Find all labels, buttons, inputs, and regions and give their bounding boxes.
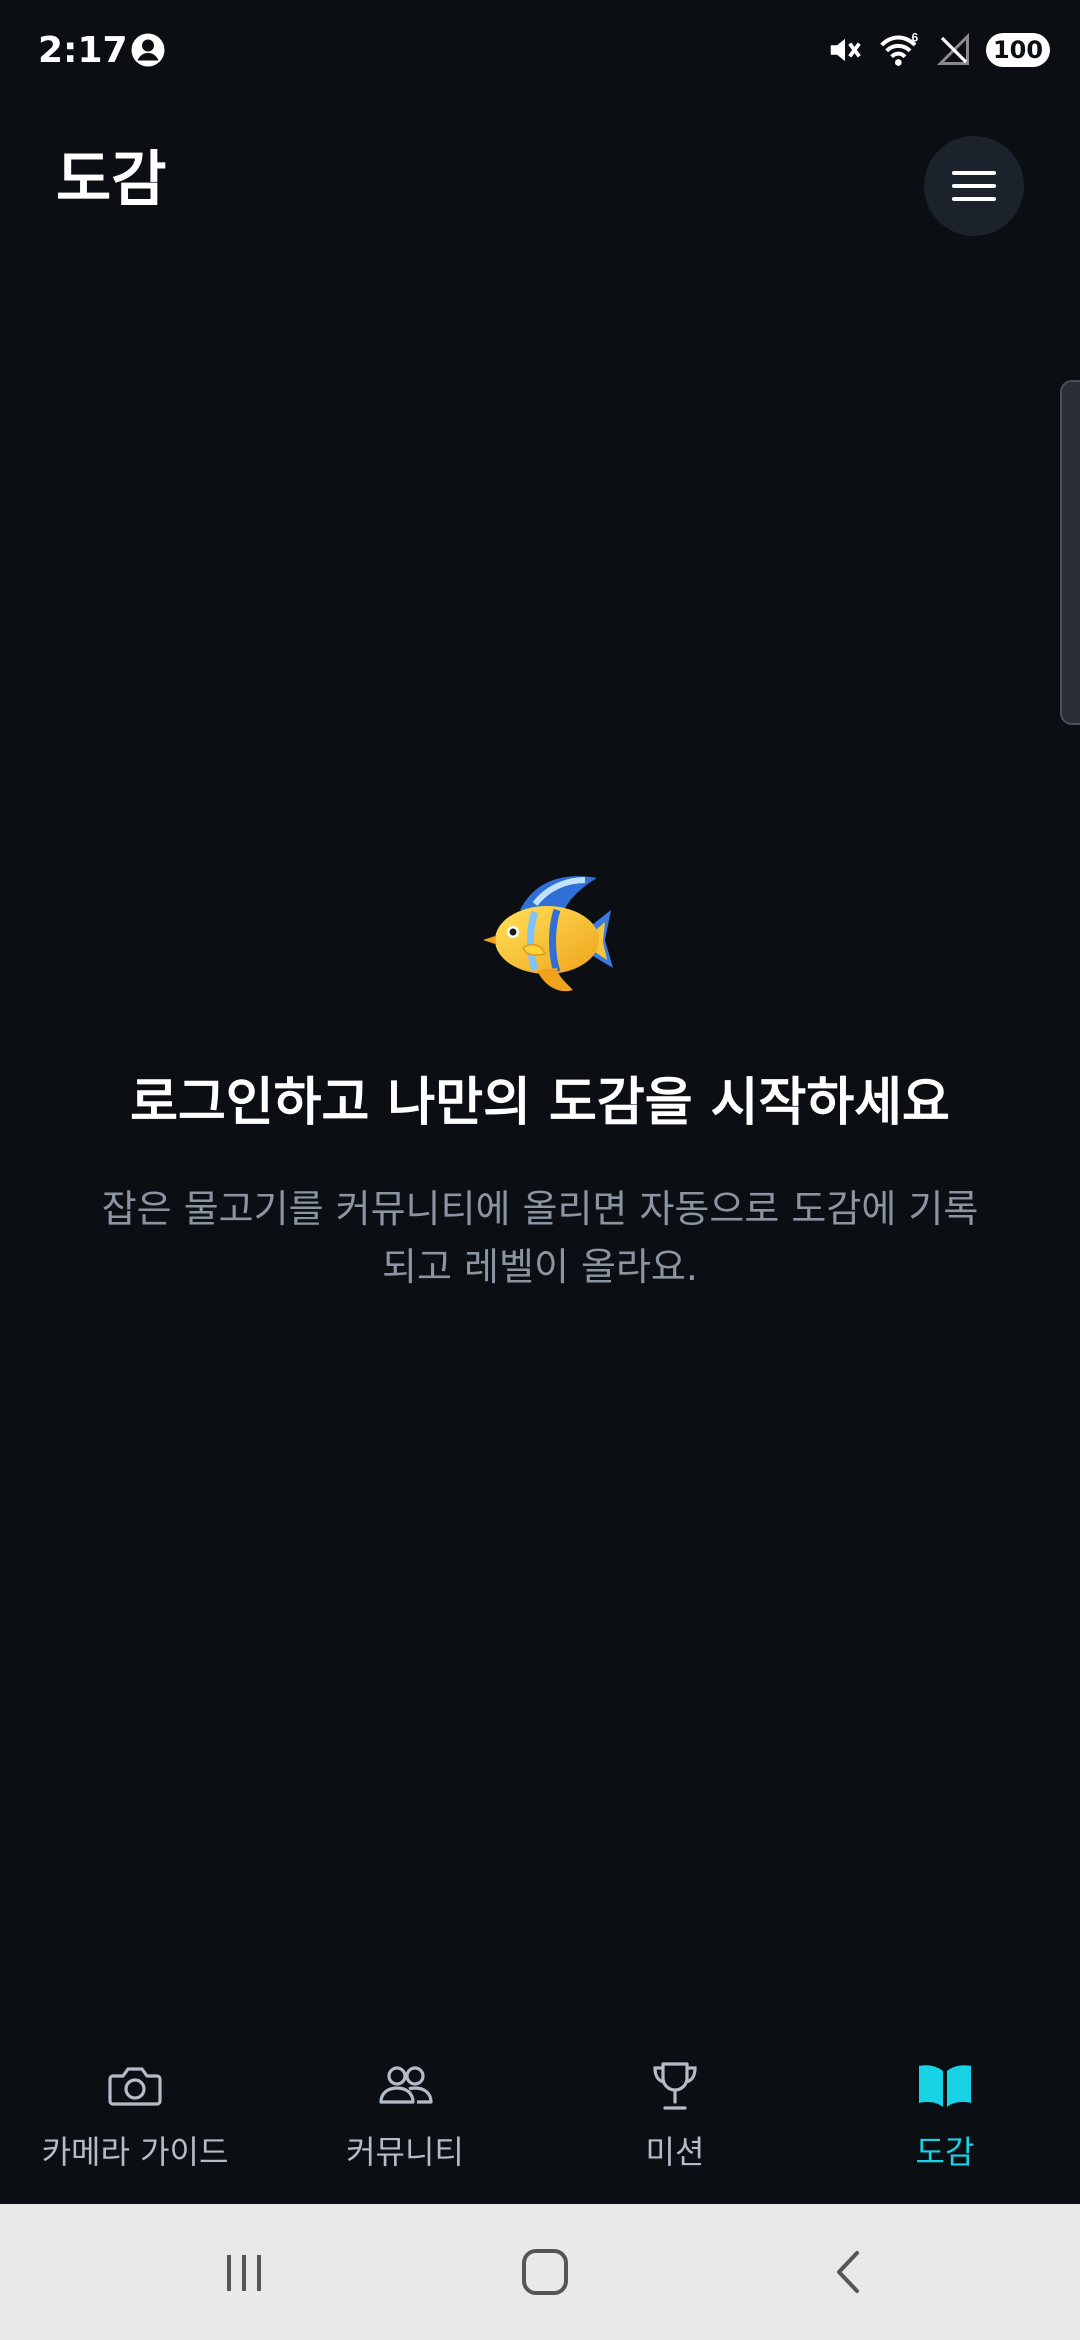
home-icon (522, 2249, 568, 2295)
system-nav-bar (0, 2204, 1080, 2340)
camera-icon (108, 2067, 162, 2106)
no-signal-icon (936, 32, 969, 65)
scroll-handle[interactable] (1060, 380, 1080, 725)
status-icons: 6 100 (826, 30, 1050, 70)
nav-label-mission: 미션 (645, 2133, 705, 2171)
screen: 2:17 6 100 도감 로그인하고 나만의 도감을 시작하세요 잡은 물고기… (0, 0, 1080, 2340)
tropical-fish-icon (483, 876, 613, 992)
empty-state: 로그인하고 나만의 도감을 시작하세요 잡은 물고기를 커뮤니티에 올리면 자동… (0, 870, 1080, 1296)
hamburger-menu-icon (952, 171, 996, 201)
status-time: 2:17 (38, 30, 128, 71)
nav-label-community: 커뮤니티 (346, 2133, 464, 2171)
bottom-nav: 카메라 가이드 커뮤니티 미션 도감 (0, 2020, 1080, 2204)
recent-apps-button[interactable] (204, 2234, 284, 2310)
battery-icon: 100 (986, 33, 1050, 67)
nav-item-camera-guide[interactable]: 카메라 가이드 (0, 2020, 270, 2204)
wifi-icon: 6 (880, 32, 919, 66)
nav-label-camera-guide: 카메라 가이드 (41, 2133, 229, 2171)
book-icon (919, 2065, 971, 2107)
mute-icon (830, 38, 861, 62)
trophy-icon (653, 2062, 697, 2110)
nav-item-mission[interactable]: 미션 (540, 2020, 810, 2204)
home-button[interactable] (505, 2234, 585, 2310)
menu-button[interactable] (924, 136, 1024, 236)
nav-item-community[interactable]: 커뮤니티 (270, 2020, 540, 2204)
page-title: 도감 (56, 145, 167, 215)
empty-state-description: 잡은 물고기를 커뮤니티에 올리면 자동으로 도감에 기록되고 레벨이 올라요. (101, 1187, 979, 1289)
account-icon (131, 33, 165, 67)
nav-label-encyclopedia: 도감 (915, 2133, 975, 2171)
nav-item-encyclopedia[interactable]: 도감 (810, 2020, 1080, 2204)
status-bar: 2:17 6 100 (0, 0, 1080, 100)
back-button[interactable] (808, 2234, 888, 2310)
svg-text:6: 6 (912, 32, 919, 45)
back-icon (837, 2251, 859, 2293)
recent-apps-icon (227, 2255, 261, 2291)
people-icon (379, 2066, 433, 2104)
empty-state-title: 로그인하고 나만의 도감을 시작하세요 (130, 1073, 950, 1133)
